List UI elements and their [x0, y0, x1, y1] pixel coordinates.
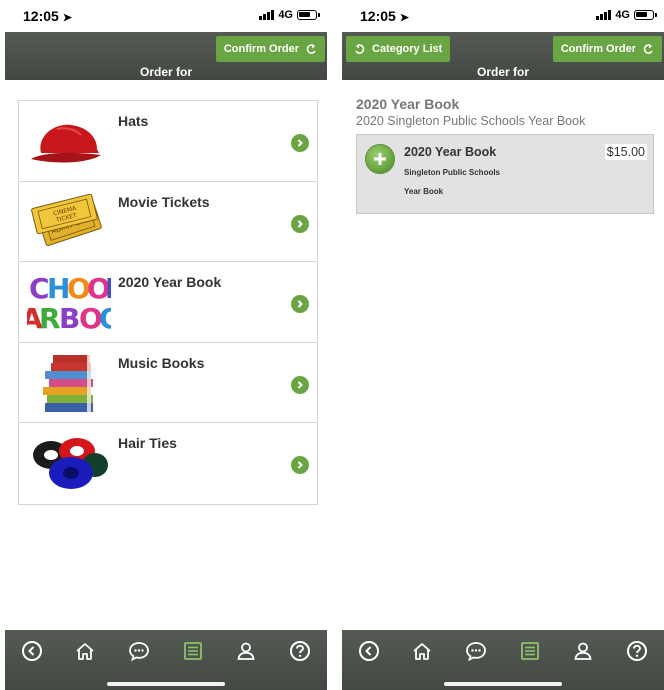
category-item-movie-tickets[interactable]: ADMIT ONE CINEMA TICKET Movie Tickets [19, 181, 317, 262]
category-item-year-book[interactable]: C H O O L A R B O O 2020 Year Book [19, 262, 317, 343]
status-bar: 12:05 ➤ 4G [5, 0, 327, 32]
add-item-button[interactable] [365, 144, 395, 174]
status-time: 12:05 ➤ [360, 8, 409, 24]
user-icon[interactable] [570, 638, 596, 664]
user-icon[interactable] [233, 638, 259, 664]
category-name: 2020 Year Book [118, 274, 222, 290]
help-icon[interactable] [624, 638, 650, 664]
svg-text:O: O [99, 302, 111, 334]
product-category-subtitle: 2020 Singleton Public Schools Year Book [356, 114, 586, 128]
back-icon[interactable] [356, 638, 382, 664]
undo-arrow-icon [355, 44, 365, 54]
order-list-icon[interactable] [180, 638, 206, 664]
category-list-button[interactable]: Category List [346, 36, 451, 62]
svg-text:L: L [105, 272, 111, 305]
category-name: Movie Tickets [118, 193, 210, 210]
header-title: Order for [476, 65, 529, 79]
redo-arrow-icon [643, 44, 653, 54]
product-category-title: 2020 Year Book [356, 96, 460, 112]
category-name: Hair Ties [118, 435, 177, 451]
product-name: 2020 Year Book [404, 145, 497, 159]
chat-icon[interactable] [463, 638, 489, 664]
category-name: Music Books [118, 354, 205, 371]
chevron-right-icon [291, 375, 309, 394]
header-title: Order for [139, 65, 192, 79]
bottom-tab-bar [5, 630, 327, 690]
plus-icon [374, 153, 386, 165]
chevron-right-icon [291, 134, 309, 152]
svg-text:B: B [59, 302, 80, 334]
scrunchies-image [33, 438, 108, 489]
chevron-right-icon [291, 214, 309, 233]
signal-icon [596, 10, 612, 20]
category-item-hair-ties[interactable]: Hair Ties [19, 423, 317, 504]
screen-category-list: 12:05 ➤ 4G Confirm Order Order for Hats [5, 0, 327, 690]
confirm-order-label: Confirm Order [560, 43, 636, 55]
chevron-right-icon [291, 456, 309, 474]
red-cap-image [31, 124, 101, 163]
redo-arrow-icon [306, 44, 316, 54]
product-description-line: Year Book [404, 187, 444, 196]
app-header: Confirm Order Order for [5, 32, 327, 80]
network-label: 4G [615, 9, 630, 21]
signal-icon [259, 10, 275, 20]
battery-icon [297, 10, 320, 20]
help-icon[interactable] [287, 638, 313, 664]
product-price: $15.00 [604, 144, 647, 160]
category-list-label: Category List [372, 43, 443, 55]
school-yearbook-text-image: C H O O L A R B O O [27, 270, 111, 334]
home-indicator [444, 682, 562, 686]
home-icon[interactable] [409, 638, 435, 664]
screen-product-detail: 12:05 ➤ 4G Category List Confirm Order O… [342, 0, 664, 690]
svg-text:R: R [39, 302, 61, 334]
category-item-music-books[interactable]: Music Books [19, 342, 317, 423]
order-list-icon[interactable] [517, 638, 543, 664]
app-header: Category List Confirm Order Order for [342, 32, 664, 80]
status-indicators: 4G [259, 9, 320, 21]
bottom-tab-bar [342, 630, 664, 690]
battery-icon [634, 10, 657, 20]
status-indicators: 4G [596, 9, 657, 21]
cinema-ticket-image: ADMIT ONE CINEMA TICKET [31, 193, 102, 246]
network-label: 4G [278, 9, 293, 21]
confirm-order-button[interactable]: Confirm Order [552, 36, 662, 62]
chevron-right-icon [291, 295, 309, 313]
chat-icon[interactable] [126, 638, 152, 664]
home-indicator [107, 682, 225, 686]
product-card: 2020 Year Book Singleton Public Schools … [356, 134, 654, 214]
status-bar: 12:05 ➤ 4G [342, 0, 664, 32]
category-name: Hats [118, 113, 149, 129]
back-icon[interactable] [19, 638, 45, 664]
status-time: 12:05 ➤ [23, 8, 72, 24]
home-icon[interactable] [72, 638, 98, 664]
category-item-hats[interactable]: Hats [19, 101, 317, 182]
confirm-order-label: Confirm Order [223, 43, 299, 55]
product-description-line: Singleton Public Schools [404, 168, 501, 177]
book-stack-image [43, 354, 93, 412]
category-list: Hats ADMIT ONE CINEMA TICKET Movie Ticke… [18, 100, 318, 505]
confirm-order-button[interactable]: Confirm Order [215, 36, 325, 62]
